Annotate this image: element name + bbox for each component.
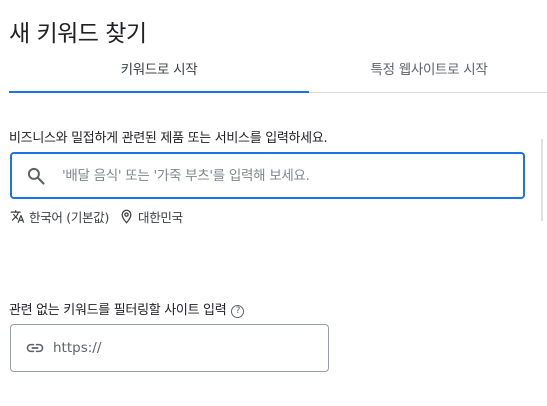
search-icon xyxy=(27,167,45,185)
scrollbar[interactable] xyxy=(541,139,543,221)
link-icon xyxy=(26,343,44,353)
active-tab-indicator xyxy=(9,91,309,93)
help-icon[interactable]: ? xyxy=(231,305,245,318)
targeting-row: 한국어 (기본값) 대한민국 xyxy=(10,207,183,225)
filter-site-label-text: 관련 없는 키워드를 필터링할 사이트 입력 xyxy=(9,303,227,318)
location-label: 대한민국 xyxy=(138,209,183,225)
tab-start-with-website[interactable]: 특정 웹사이트로 시작 xyxy=(309,50,547,90)
tab-divider xyxy=(309,92,547,93)
filter-site-label: 관련 없는 키워드를 필터링할 사이트 입력? xyxy=(9,299,245,318)
language-selector[interactable]: 한국어 (기본값) xyxy=(10,207,109,226)
business-input-label: 비즈니스와 밀접하게 관련된 제품 또는 서비스를 입력하세요. xyxy=(9,131,328,146)
keyword-search-box[interactable] xyxy=(10,152,525,199)
language-label: 한국어 (기본값) xyxy=(29,209,110,225)
location-pin-icon xyxy=(121,209,132,224)
filter-site-url-input[interactable] xyxy=(53,325,313,371)
tab-start-with-keywords[interactable]: 키워드로 시작 xyxy=(9,50,309,90)
tab-bar: 키워드로 시작 특정 웹사이트로 시작 xyxy=(9,50,547,94)
translate-icon xyxy=(10,209,25,223)
location-selector[interactable]: 대한민국 xyxy=(119,207,183,226)
page-title: 새 키워드 찾기 xyxy=(9,21,147,47)
filter-site-box[interactable] xyxy=(10,324,329,372)
keyword-search-input[interactable] xyxy=(62,154,512,197)
